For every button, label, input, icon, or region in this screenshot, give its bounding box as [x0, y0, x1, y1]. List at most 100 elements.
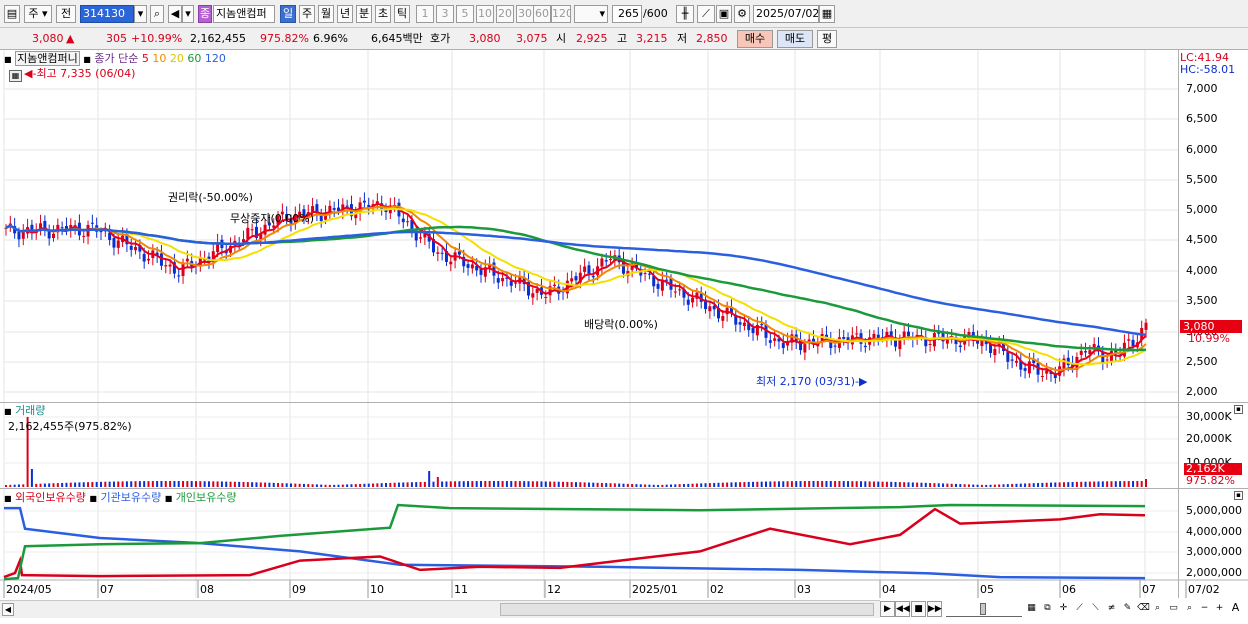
volume-bar: [1006, 484, 1009, 487]
buy-button[interactable]: 매수: [737, 30, 773, 48]
institution-legend[interactable]: 기관보유수량: [100, 491, 161, 504]
pen-icon[interactable]: ✎: [1120, 601, 1135, 617]
individual-legend[interactable]: 개인보유수량: [176, 491, 237, 504]
stop-icon[interactable]: ■: [911, 601, 926, 617]
volume-bar: [877, 481, 880, 487]
dividend-event-label: 배당락(0.00%): [584, 318, 658, 331]
calendar-icon[interactable]: ▦: [819, 5, 835, 23]
stock-code-input[interactable]: 314130: [80, 5, 134, 23]
grid-view-icon[interactable]: ▦: [1024, 601, 1039, 617]
interval-20[interactable]: 20: [496, 5, 514, 23]
window-menu-icon[interactable]: ▤: [4, 5, 20, 23]
draw-tool-icon[interactable]: ⟋: [697, 5, 715, 23]
calendar-small-icon[interactable]: ▦: [9, 70, 22, 82]
tab-tick[interactable]: 틱: [394, 5, 410, 23]
volume-bar: [890, 481, 893, 487]
interval-3[interactable]: 3: [436, 5, 454, 23]
tab-year[interactable]: 년: [337, 5, 353, 23]
rewind-icon[interactable]: ◀◀: [895, 601, 910, 617]
volume-bar: [510, 481, 513, 487]
speaker-icon[interactable]: ◀: [168, 5, 182, 23]
tab-month[interactable]: 월: [318, 5, 334, 23]
code-dropdown-icon[interactable]: ▾: [134, 5, 147, 23]
foreign-legend[interactable]: 외국인보유수량: [15, 491, 86, 504]
ma20-legend[interactable]: 20: [170, 52, 184, 65]
search-icon[interactable]: ⌕: [150, 5, 164, 23]
trend-icon[interactable]: ⟋: [1072, 601, 1087, 617]
volume-bar: [22, 484, 25, 487]
plus-icon[interactable]: +: [1212, 601, 1227, 617]
interval-1[interactable]: 1: [416, 5, 434, 23]
panel-close-icon[interactable]: ▪: [1234, 491, 1243, 500]
volume-bar: [1071, 481, 1074, 487]
volume-bar: [182, 481, 185, 487]
interval-120[interactable]: 120: [551, 5, 571, 23]
ma10-line: [5, 205, 1147, 372]
interval-10[interactable]: 10: [476, 5, 494, 23]
interval-5[interactable]: 5: [456, 5, 474, 23]
prev-button[interactable]: 전: [56, 5, 76, 23]
tab-day[interactable]: 일: [280, 5, 296, 23]
horizontal-scrollbar[interactable]: ◀: [0, 600, 880, 618]
ma5-legend[interactable]: 5: [142, 52, 149, 65]
market-select[interactable]: 주 ▾: [24, 5, 52, 23]
interval-60[interactable]: 60: [533, 5, 551, 23]
volume-bar: [169, 481, 172, 487]
eraser-icon[interactable]: ⌫: [1136, 601, 1151, 617]
scroll-right-icon[interactable]: ▶: [880, 601, 895, 617]
scroll-left-icon[interactable]: ◀: [2, 603, 14, 616]
font-size-icon[interactable]: A: [1228, 601, 1243, 617]
candle-body: [751, 328, 755, 334]
eval-button[interactable]: 평: [817, 30, 837, 48]
volume-bar: [203, 481, 206, 487]
volume-bar: [566, 481, 569, 487]
chart-area[interactable]: ■ 지놈앤컴퍼니 ■ 종가 단순 5 10 20 60 120 ▦ ◀-최고 7…: [0, 50, 1248, 621]
volume-bar: [367, 483, 370, 487]
ma10-legend[interactable]: 10: [152, 52, 166, 65]
magnifier-icon[interactable]: ⌕: [1150, 601, 1165, 617]
count-input[interactable]: 265: [612, 5, 642, 23]
save-icon[interactable]: ▣: [716, 5, 732, 23]
channel-icon[interactable]: ≠: [1104, 601, 1119, 617]
volume-panel-title[interactable]: 거래량: [15, 404, 45, 417]
crosshair-icon[interactable]: ✛: [1056, 601, 1071, 617]
ma120-legend[interactable]: 120: [205, 52, 226, 65]
zoom-slider-handle[interactable]: [980, 603, 986, 615]
date-tick-label: 12: [547, 583, 561, 596]
candle-body: [514, 282, 518, 284]
volume-bar: [380, 483, 383, 487]
date-input[interactable]: 2025/07/02: [753, 5, 819, 23]
sell-button[interactable]: 매도: [777, 30, 813, 48]
fast-forward-icon[interactable]: ▶▶: [927, 601, 942, 617]
speaker-dropdown-icon[interactable]: ▾: [182, 5, 194, 23]
copy-icon[interactable]: ⧉: [1040, 601, 1055, 617]
volume-bar: [881, 481, 884, 487]
ma-legend-label[interactable]: 종가 단순: [94, 52, 138, 65]
candle-type-icon[interactable]: ╫: [676, 5, 694, 23]
tab-minute[interactable]: 분: [356, 5, 372, 23]
minus-icon[interactable]: −: [1197, 601, 1212, 617]
candle-body: [1105, 359, 1109, 361]
ask-price: 3,075: [516, 32, 548, 45]
volume-bar: [648, 484, 651, 487]
volume-bar: [963, 484, 966, 487]
volume-bar: [739, 482, 742, 487]
chart-canvas[interactable]: [0, 50, 1248, 621]
tab-week[interactable]: 주: [299, 5, 315, 23]
price-panel-title[interactable]: 지놈앤컴퍼니: [15, 51, 80, 66]
volume-tick-label: 20,000K: [1186, 432, 1232, 445]
fan-icon[interactable]: ⟍: [1088, 601, 1103, 617]
zoom-slider[interactable]: [946, 601, 1022, 617]
ma60-legend[interactable]: 60: [187, 52, 201, 65]
candle-body: [99, 231, 103, 233]
gear-icon[interactable]: ⚙: [734, 5, 750, 23]
panel-close-icon[interactable]: ▪: [1234, 405, 1243, 414]
scroll-thumb[interactable]: [500, 603, 874, 616]
volume-bar: [713, 482, 716, 487]
more-icon[interactable]: ▭: [1166, 601, 1181, 617]
interval-custom-select[interactable]: ▾: [574, 5, 608, 23]
interval-30[interactable]: 30: [516, 5, 534, 23]
tab-second[interactable]: 초: [375, 5, 391, 23]
zoom-out-icon[interactable]: ⌕: [1182, 601, 1197, 617]
stock-name-field[interactable]: 지놈앤컴퍼: [213, 5, 275, 23]
